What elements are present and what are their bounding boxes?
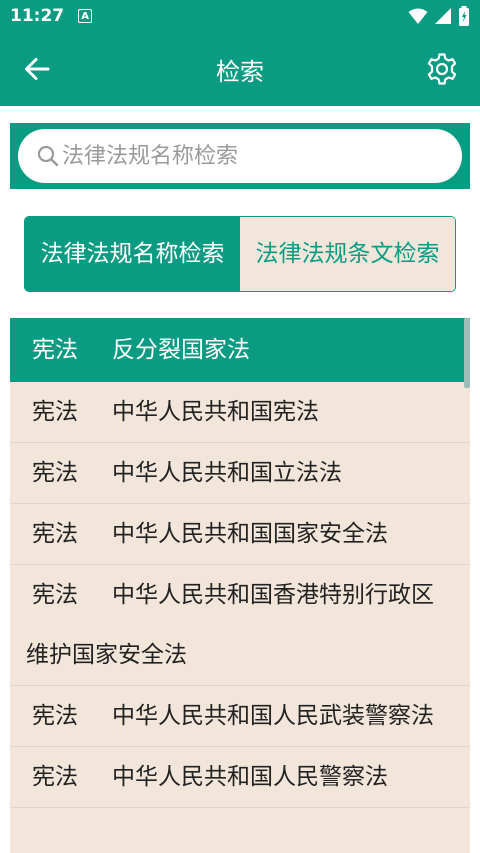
- item-title: 中华人民共和国人民警察法: [112, 764, 388, 790]
- search-bar: [10, 123, 470, 189]
- item-category: 宪法: [32, 521, 78, 547]
- wifi-icon: [408, 8, 428, 24]
- tab-name-search[interactable]: 法律法规名称检索: [25, 217, 240, 291]
- scrollbar[interactable]: [464, 318, 470, 388]
- search-input[interactable]: [62, 143, 442, 169]
- item-title: 中华人民共和国国家安全法: [112, 521, 388, 547]
- search-icon: [37, 145, 59, 167]
- item-category: 宪法: [32, 337, 78, 363]
- list-item-selected[interactable]: 宪法 反分裂国家法: [10, 318, 470, 382]
- search-mode-tabs: 法律法规名称检索 法律法规条文检索: [24, 216, 456, 292]
- item-category: 宪法: [32, 582, 78, 608]
- item-category: 宪法: [32, 399, 78, 425]
- item-category: 宪法: [32, 703, 78, 729]
- tab-article-search[interactable]: 法律法规条文检索: [240, 217, 455, 291]
- status-bar: 11:27 A: [0, 0, 480, 32]
- item-title: 中华人民共和国宪法: [112, 399, 319, 425]
- signal-icon: [435, 8, 451, 24]
- list-item[interactable]: 宪法 中华人民共和国宪法: [10, 382, 470, 443]
- item-category: 宪法: [32, 764, 78, 790]
- battery-icon: [459, 6, 469, 26]
- list-item[interactable]: 宪法 中华人民共和国人民武装警察法: [10, 686, 470, 747]
- status-time: 11:27: [10, 6, 65, 26]
- item-title: 中华人民共和国香港特别行政区维护国家安全法: [26, 582, 434, 668]
- list-item[interactable]: 宪法 中华人民共和国人民警察法: [10, 747, 470, 808]
- gear-icon[interactable]: [425, 52, 459, 86]
- page-title: 检索: [216, 58, 264, 86]
- list-item[interactable]: 宪法 中华人民共和国国家安全法: [10, 504, 470, 565]
- item-title: 中华人民共和国人民武装警察法: [112, 703, 434, 729]
- result-list: 宪法 反分裂国家法 宪法 中华人民共和国宪法 宪法 中华人民共和国立法法 宪法 中华人民…: [10, 318, 470, 853]
- item-title: 反分裂国家法: [112, 337, 250, 363]
- item-category: 宪法: [32, 460, 78, 486]
- status-icons: [408, 6, 470, 26]
- search-field[interactable]: [18, 129, 462, 183]
- list-item[interactable]: 宪法 中华人民共和国香港特别行政区维护国家安全法: [10, 565, 470, 686]
- item-title: 中华人民共和国立法法: [112, 460, 342, 486]
- app-bar: 检索: [0, 32, 480, 106]
- list-item[interactable]: 宪法 中华人民共和国立法法: [10, 443, 470, 504]
- notification-icon: A: [78, 9, 93, 23]
